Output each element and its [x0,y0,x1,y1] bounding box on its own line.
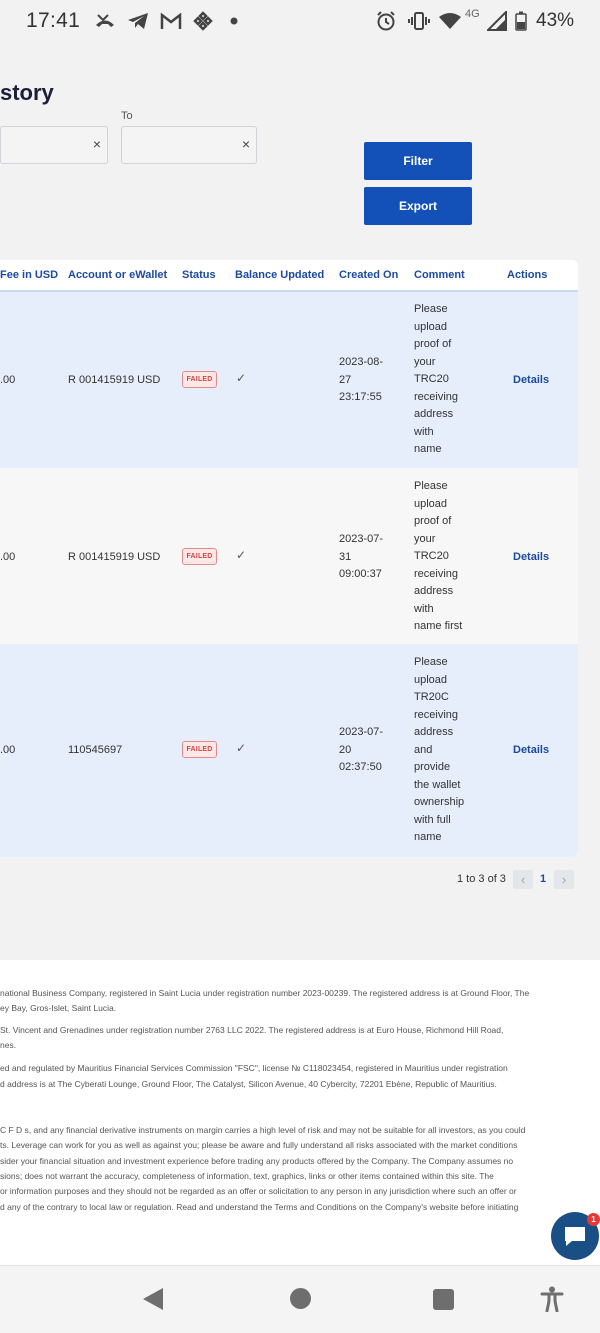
footer-line: sions; does not warrant the accuracy, co… [0,1171,494,1181]
comment-cell: Please upload proof of your TRC20 receiv… [414,480,463,632]
check-icon: ✓ [236,741,247,755]
date-to-input[interactable]: × [121,126,257,164]
fee-cell: .00 [0,744,16,756]
footer-line: ey Bay, Gros-Islet, Saint Lucia. [0,1003,117,1013]
page-title: story [0,80,54,105]
footer-line: or information purposes and they should … [0,1186,517,1196]
missed-call-icon [94,10,116,32]
android-navigation-bar [0,1265,600,1333]
telegram-icon [127,10,149,32]
wifi-icon [438,10,462,32]
home-icon[interactable] [290,1288,311,1309]
chat-notification-badge: 1 [587,1213,600,1226]
footer-line: d any of the contrary to local law or re… [0,1202,519,1212]
vibrate-icon [407,10,431,32]
account-cell: R 001415919 USD [68,551,161,563]
status-time: 17:41 [26,9,81,32]
pagination-summary: 1 to 3 of 3 [457,873,506,885]
recent-apps-icon[interactable] [433,1289,454,1310]
column-header-fee[interactable]: Fee in USD [0,269,58,281]
fee-cell: .00 [0,374,16,386]
filter-button[interactable]: Filter [364,142,472,180]
binance-icon [193,10,213,32]
column-header-created-on[interactable]: Created On [339,269,398,281]
footer-line: nes. [0,1040,17,1050]
comment-cell: Please upload proof of your TRC20 receiv… [414,303,459,455]
check-icon: ✓ [236,548,247,562]
footer-line: sider your financial situation and inves… [0,1156,514,1166]
footer-line: d address is at The Cyberati Lounge, Gro… [0,1079,497,1089]
created-cell: 2023-08- 27 23:17:55 [339,356,384,403]
back-icon[interactable] [143,1288,163,1310]
network-type: 4G [465,8,480,20]
battery-icon [515,10,527,32]
dot-icon [230,10,238,32]
status-bar: 17:41 4G 43% [0,0,600,42]
status-badge: FAILED [182,371,217,388]
created-cell: 2023-07- 20 02:37:50 [339,726,384,773]
table-header: Fee in USD Account or eWallet Status Bal… [0,260,578,292]
status-badge: FAILED [182,741,217,758]
column-header-actions: Actions [507,269,548,281]
details-link[interactable]: Details [513,374,549,386]
column-header-account[interactable]: Account or eWallet [68,269,167,281]
footer-line: ed and regulated by Mauritius Financial … [0,1063,508,1073]
clear-from-icon[interactable]: × [93,136,101,152]
column-header-balance-updated[interactable]: Balance Updated [235,269,324,281]
details-link[interactable]: Details [513,744,549,756]
date-from-input[interactable]: × [0,126,108,164]
prev-page-button[interactable]: ‹ [513,870,533,889]
chat-bubble-icon [565,1227,585,1246]
legal-footer: national Business Company, registered in… [0,960,600,1265]
next-page-button[interactable]: › [554,870,574,889]
status-badge: FAILED [182,548,217,565]
accessibility-icon[interactable] [540,1286,564,1313]
to-label: To [121,110,133,122]
battery-percent: 43% [536,10,575,31]
table-row: .00 R 001415919 USD FAILED ✓ 2023-07- 31… [0,468,578,644]
alarm-icon [375,10,397,32]
page-number-current[interactable]: 1 [540,873,546,885]
comment-cell: Please upload TR20C receiving address an… [414,656,465,843]
account-cell: R 001415919 USD [68,374,161,386]
created-cell: 2023-07- 31 09:00:37 [339,533,384,580]
footer-line: ts. Leverage can work for you as well as… [0,1140,518,1150]
fee-cell: .00 [0,551,16,563]
details-link[interactable]: Details [513,551,549,563]
check-icon: ✓ [236,371,247,385]
footer-line: C F D s, and any financial derivative in… [0,1125,526,1135]
history-table: Fee in USD Account or eWallet Status Bal… [0,260,578,857]
table-row: .00 110545697 FAILED ✓ 2023-07- 20 02:37… [0,644,578,857]
table-row: .00 R 001415919 USD FAILED ✓ 2023-08- 27… [0,292,578,468]
column-header-comment[interactable]: Comment [414,269,465,281]
signal-icon [487,10,507,32]
footer-line: St. Vincent and Grenadines under registr… [0,1025,504,1035]
account-cell: 110545697 [68,744,123,756]
gmail-icon [160,10,182,32]
clear-to-icon[interactable]: × [242,136,250,152]
column-header-status[interactable]: Status [182,269,216,281]
footer-line: national Business Company, registered in… [0,988,530,998]
export-button[interactable]: Export [364,187,472,225]
